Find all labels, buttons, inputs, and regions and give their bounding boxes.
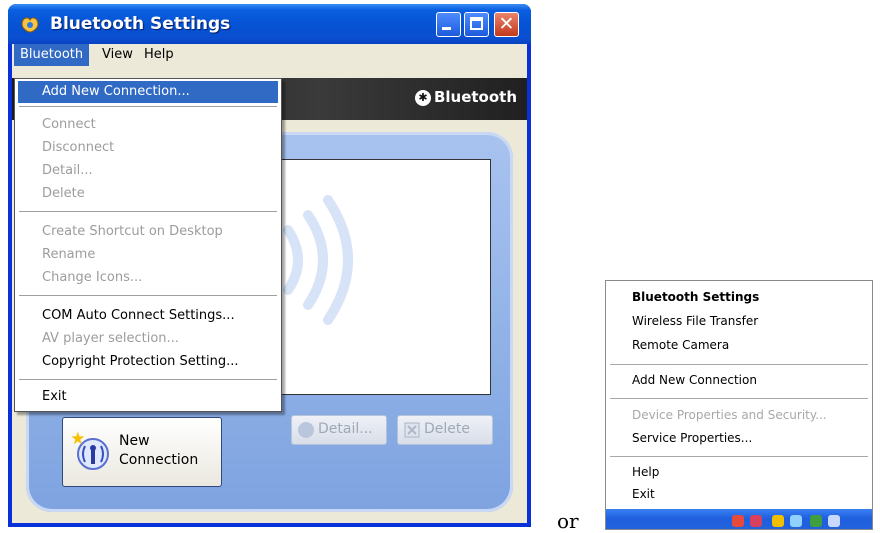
- menu-item-copyright-protection[interactable]: Copyright Protection Setting...: [18, 351, 278, 373]
- tray-item-bluetooth-settings[interactable]: Bluetooth Settings: [632, 287, 759, 307]
- bluetooth-logo: ✱ Bluetooth: [414, 88, 517, 106]
- tray-item-remote-camera[interactable]: Remote Camera: [632, 335, 729, 355]
- delete-button-label: Delete: [424, 421, 470, 437]
- menu-item-rename[interactable]: Rename: [18, 244, 278, 266]
- tray-app-icon[interactable]: [732, 515, 744, 527]
- menu-item-av-player-selection[interactable]: AV player selection...: [18, 328, 278, 350]
- tray-context-menu: Bluetooth Settings Wireless File Transfe…: [605, 280, 873, 530]
- new-connection-button[interactable]: New Connection: [62, 417, 222, 487]
- menu-help[interactable]: Help: [138, 44, 180, 66]
- tray-item-exit[interactable]: Exit: [632, 484, 655, 504]
- menu-item-exit[interactable]: Exit: [18, 386, 278, 408]
- minimize-button[interactable]: [436, 12, 461, 37]
- minimize-icon: [442, 27, 451, 30]
- menu-separator: [19, 379, 277, 381]
- signal-waves-icon: [283, 195, 353, 325]
- menu-item-detail[interactable]: Detail...: [18, 160, 278, 182]
- menu-separator: [19, 211, 277, 213]
- or-label: or: [557, 509, 579, 533]
- bluetooth-logo-text: Bluetooth: [433, 88, 517, 106]
- tray-app-icon[interactable]: [772, 515, 784, 527]
- detail-button[interactable]: Detail...: [291, 415, 387, 445]
- bluetooth-menu-dropdown: Add New Connection... Connect Disconnect…: [14, 78, 282, 412]
- bluetooth-icon: ✱: [414, 90, 431, 106]
- info-icon: [298, 422, 314, 438]
- menu-item-delete[interactable]: Delete: [18, 183, 278, 205]
- close-icon: ✕: [498, 13, 515, 35]
- tray-item-add-new-connection[interactable]: Add New Connection: [632, 370, 757, 390]
- tray-separator: [610, 398, 868, 399]
- connection-list-area[interactable]: [267, 159, 491, 395]
- window-title: Bluetooth Settings: [50, 14, 231, 34]
- close-button[interactable]: ✕: [494, 12, 519, 37]
- delete-icon: [404, 422, 420, 438]
- maximize-icon: [470, 17, 483, 30]
- system-tray-icons: [728, 513, 868, 529]
- maximize-button[interactable]: [464, 12, 489, 37]
- menu-item-add-new-connection[interactable]: Add New Connection...: [18, 81, 278, 103]
- new-connection-label: New Connection: [119, 433, 199, 468]
- menu-item-connect[interactable]: Connect: [18, 114, 278, 136]
- tray-item-help[interactable]: Help: [632, 462, 659, 482]
- menu-item-com-auto-connect[interactable]: COM Auto Connect Settings...: [18, 305, 278, 327]
- tray-app-icon[interactable]: [750, 515, 762, 527]
- menu-bar: Bluetooth View Help: [12, 44, 527, 66]
- menu-bluetooth[interactable]: Bluetooth: [14, 44, 90, 66]
- tray-app-icon[interactable]: [790, 515, 802, 527]
- delete-button[interactable]: Delete: [397, 415, 493, 445]
- tray-app-icon[interactable]: [828, 515, 840, 527]
- menu-item-change-icons[interactable]: Change Icons...: [18, 267, 278, 289]
- tray-item-device-properties[interactable]: Device Properties and Security...: [632, 405, 827, 425]
- tray-separator: [610, 364, 868, 365]
- detail-button-label: Detail...: [318, 421, 373, 437]
- title-bar[interactable]: Bluetooth Settings ✕: [8, 4, 531, 44]
- tray-item-service-properties[interactable]: Service Properties...: [632, 428, 752, 448]
- bluetooth-app-icon: [21, 17, 39, 33]
- new-connection-icon: [71, 431, 109, 470]
- tray-separator: [610, 456, 868, 457]
- menu-view[interactable]: View: [96, 44, 139, 66]
- taskbar: [606, 509, 872, 529]
- tray-item-wireless-file-transfer[interactable]: Wireless File Transfer: [632, 311, 758, 331]
- menu-separator: [19, 295, 277, 297]
- menu-item-create-shortcut[interactable]: Create Shortcut on Desktop: [18, 221, 278, 243]
- menu-item-disconnect[interactable]: Disconnect: [18, 137, 278, 159]
- tray-app-icon[interactable]: [810, 515, 822, 527]
- menu-separator: [19, 106, 277, 108]
